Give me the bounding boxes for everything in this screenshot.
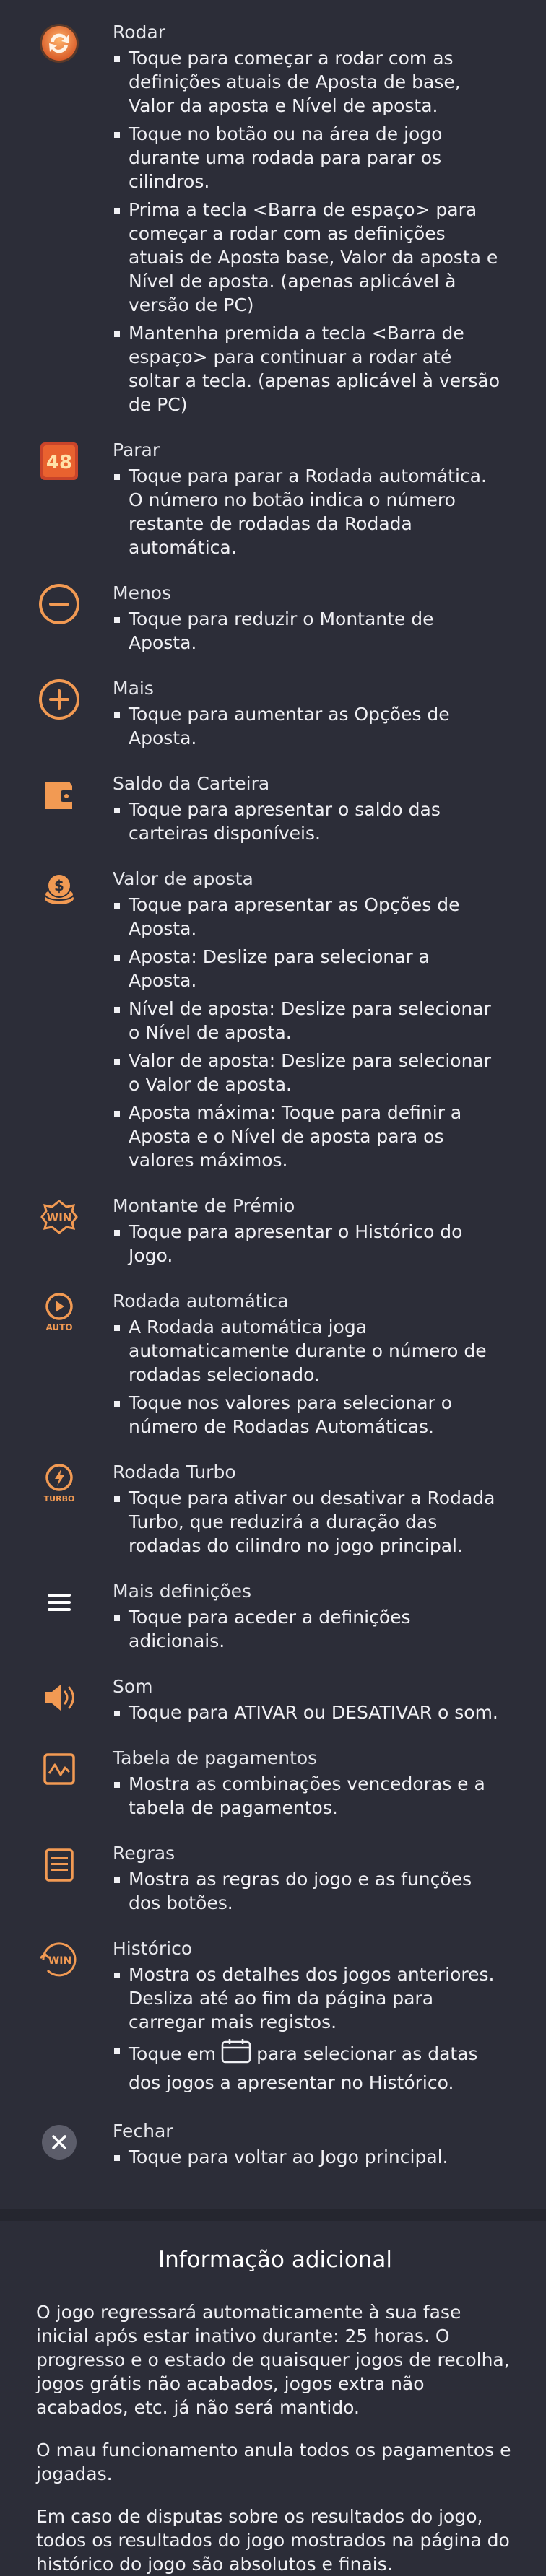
help-item-spin: Rodar Toque para começar a rodar com as … [0,20,546,421]
item-title: Menos [113,582,172,603]
svg-text:TURBO: TURBO [44,1494,75,1503]
wallet-icon [36,772,82,818]
bullet-calendar: Toque em para selecionar as datas dos jog… [113,2038,503,2097]
coins-icon: $ [36,867,82,913]
help-list: Rodar Toque para começar a rodar com as … [0,0,546,2173]
help-item-sound: Som Toque para ATIVAR ou DESATIVAR o som… [0,1675,546,1729]
bullet: Aposta: Deslize para selecionar a Aposta… [113,945,503,992]
bullet: Mostra as regras do jogo e as funções do… [113,1867,503,1915]
help-item-win-amount: WIN Montante de Prémio Toque para aprese… [0,1194,546,1272]
help-item-paytable: Tabela de pagamentos Mostra as combinaçõ… [0,1746,546,1824]
bullet: Toque para aumentar as Opções de Aposta. [113,702,503,750]
help-item-history: WIN Histórico Mostra os detalhes dos jog… [0,1937,546,2102]
paytable-icon [36,1746,82,1792]
help-item-more-settings: Mais definições Toque para aceder a defi… [0,1579,546,1657]
rules-icon [36,1841,82,1887]
svg-text:WIN: WIN [47,1211,72,1224]
bullet-list: Toque para começar a rodar com as defini… [113,46,503,416]
history-icon: WIN [36,1937,82,1983]
item-title: Som [113,1676,153,1697]
item-title: Montante de Prémio [113,1195,295,1216]
bullet: Toque para reduzir o Montante de Aposta. [113,607,503,655]
bullet: Toque para voltar ao Jogo principal. [113,2145,503,2169]
item-title: Valor de aposta [113,868,254,889]
item-title: Mais definições [113,1581,252,1602]
bullet-list: Toque para ATIVAR ou DESATIVAR o som. [113,1700,503,1724]
calendar-text-before: Toque em [129,2043,217,2064]
help-item-wallet: Saldo da Carteira Toque para apresentar … [0,772,546,850]
bullet-list: Toque para aceder a definições adicionai… [113,1605,503,1653]
calendar-icon [221,2039,251,2064]
item-title: Rodar [113,22,166,43]
bullet: Prima a tecla <Barra de espaço> para com… [113,198,503,317]
item-title: Tabela de pagamentos [113,1747,318,1768]
bullet-list: Toque para aumentar as Opções de Aposta. [113,702,503,750]
bullet: Nível de aposta: Deslize para selecionar… [113,997,503,1044]
close-icon [36,2119,82,2165]
help-item-close: Fechar Toque para voltar ao Jogo princip… [0,2119,546,2173]
plus-icon [36,676,82,722]
sound-icon [36,1675,82,1721]
bullet: Toque para começar a rodar com as defini… [113,46,503,118]
bullet-list: Mostra as combinações vencedoras e a tab… [113,1772,503,1820]
help-item-plus: Mais Toque para aumentar as Opções de Ap… [0,676,546,754]
minus-icon [36,581,82,627]
bullet-list: Toque para apresentar o Histórico do Jog… [113,1220,503,1267]
help-item-bet-value: $ Valor de aposta Toque para apresentar … [0,867,546,1176]
item-title: Parar [113,440,160,460]
bullet-list: Toque para voltar ao Jogo principal. [113,2145,503,2169]
bullet-list: Toque para apresentar o saldo das cartei… [113,798,503,845]
item-title: Rodada automática [113,1291,289,1311]
help-item-turbo: TURBO Rodada Turbo Toque para ativar ou … [0,1460,546,1562]
bullet-list: Toque para reduzir o Montante de Aposta. [113,607,503,655]
item-title: Saldo da Carteira [113,773,270,794]
bullet: Toque para ATIVAR ou DESATIVAR o som. [113,1700,503,1724]
menu-icon [36,1579,82,1625]
auto-play-icon: AUTO [36,1289,82,1335]
help-item-rules: Regras Mostra as regras do jogo e as fun… [0,1841,546,1919]
bullet: Toque para parar a Rodada automática. O … [113,464,503,559]
bullet: Toque para aceder a definições adicionai… [113,1605,503,1653]
info-paragraph: O mau funcionamento anula todos os pagam… [36,2440,511,2484]
bullet: Mantenha premida a tecla <Barra de espaç… [113,321,503,416]
bullet: Toque para apresentar o saldo das cartei… [113,798,503,845]
item-title: Mais [113,678,154,699]
help-item-stop: 48 Parar Toque para parar a Rodada autom… [0,438,546,564]
spin-icon [36,20,82,66]
item-title: Regras [113,1843,176,1864]
bullet-list: Mostra os detalhes dos jogos anteriores.… [113,1962,503,2097]
bullet: Toque para apresentar as Opções de Apost… [113,893,503,940]
bullet: Mostra as combinações vencedoras e a tab… [113,1772,503,1820]
svg-text:AUTO: AUTO [46,1322,72,1332]
bullet-list: Toque para apresentar as Opções de Apost… [113,893,503,1172]
bullet: Toque no botão ou na área de jogo durant… [113,122,503,193]
help-item-auto-play: AUTO Rodada automática A Rodada automáti… [0,1289,546,1443]
bullet: A Rodada automática joga automaticamente… [113,1315,503,1387]
bullet-list: Mostra as regras do jogo e as funções do… [113,1867,503,1915]
bullet: Toque nos valores para selecionar o núme… [113,1391,503,1438]
bullet: Valor de aposta: Deslize para selecionar… [113,1049,503,1096]
win-icon: WIN [36,1194,82,1240]
bullet: Aposta máxima: Toque para definir a Apos… [113,1101,503,1172]
item-title: Rodada Turbo [113,1462,236,1483]
item-title: Fechar [113,2121,173,2141]
turbo-icon: TURBO [36,1460,82,1506]
bullet: Toque para ativar ou desativar a Rodada … [113,1486,503,1558]
svg-text:$: $ [54,877,64,894]
info-paragraph: O jogo regressará automaticamente à sua … [36,2302,510,2418]
stop-icon: 48 [36,438,82,484]
bullet: Mostra os detalhes dos jogos anteriores.… [113,1962,503,2034]
help-item-minus: Menos Toque para reduzir o Montante de A… [0,581,546,659]
bullet-list: A Rodada automática joga automaticamente… [113,1315,503,1438]
item-title: Histórico [113,1938,193,1959]
svg-text:WIN: WIN [48,1955,72,1967]
section-divider [0,2209,546,2221]
info-paragraph: Em caso de disputas sobre os resultados … [36,2506,510,2575]
section-title: Informação adicional [157,2247,393,2273]
bullet: Toque para apresentar o Histórico do Jog… [113,1220,503,1267]
stop-count: 48 [46,452,72,473]
bullet-list: Toque para parar a Rodada automática. O … [113,464,503,559]
bullet-list: Toque para ativar ou desativar a Rodada … [113,1486,503,1558]
additional-info-section: Informação adicional O jogo regressará a… [0,2245,546,2576]
